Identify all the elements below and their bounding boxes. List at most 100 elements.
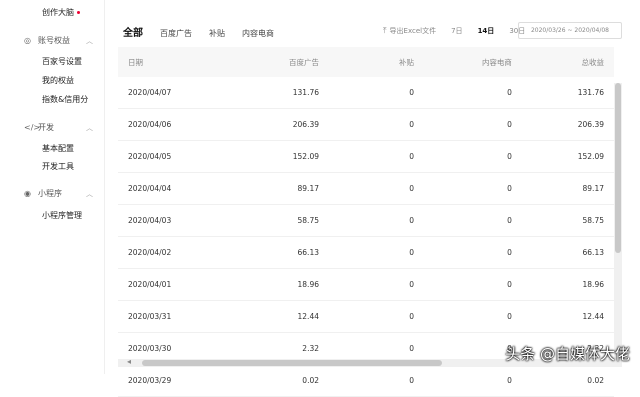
date-range-picker[interactable]: 2020/03/26 ~ 2020/04/08 <box>518 22 622 39</box>
column-header-baidu-ads: 百度广告 <box>289 57 319 67</box>
sidebar-item-baijiahao-settings[interactable]: 百家号设置 <box>42 56 82 67</box>
column-header-subsidy: 补贴 <box>399 57 414 67</box>
cell-subsidy: 0 <box>409 280 414 289</box>
sidebar-section-title: 开发 <box>38 123 54 132</box>
cell-date: 2020/04/04 <box>128 184 172 193</box>
cell-date: 2020/04/06 <box>128 120 172 129</box>
cell-total: 152.09 <box>577 152 604 161</box>
cell-date: 2020/03/30 <box>128 344 172 353</box>
cell-baidu-ads: 0.02 <box>302 376 319 385</box>
sidebar-item-miniprogram-manage[interactable]: 小程序管理 <box>42 210 82 221</box>
vertical-scrollbar[interactable] <box>614 83 622 367</box>
chevron-up-icon: ︿ <box>86 189 93 198</box>
scroll-left-icon[interactable]: ◂ <box>127 357 131 366</box>
table-row: 2020/04/02 66.13 0 0 66.13 <box>118 237 614 269</box>
cell-date: 2020/04/07 <box>128 88 172 97</box>
tab-baidu-ads[interactable]: 百度广告 <box>160 28 192 39</box>
sidebar-item-basic-config[interactable]: 基本配置 <box>42 143 74 154</box>
table-row: 2020/04/06 206.39 0 0 206.39 <box>118 109 614 141</box>
table-row: 2020/04/07 131.76 0 0 131.76 <box>118 77 614 109</box>
cell-subsidy: 0 <box>409 184 414 193</box>
tab-all[interactable]: 全部 <box>123 24 143 39</box>
main-content: 全部 百度广告 补贴 内容电商 ⤒ 导出Excel文件 7日 14日 30日 2… <box>104 0 640 397</box>
sidebar: 创作大脑 ◎ 账号权益 ︿ 百家号设置 我的权益 指数&信用分 </> 开发 ︿… <box>0 0 105 374</box>
cell-subsidy: 0 <box>409 344 414 353</box>
cell-baidu-ads: 89.17 <box>297 184 319 193</box>
cell-baidu-ads: 58.75 <box>297 216 319 225</box>
cell-subsidy: 0 <box>409 312 414 321</box>
sidebar-section-miniprogram[interactable]: ◉ 小程序 ︿ <box>24 188 93 199</box>
cell-baidu-ads: 152.09 <box>292 152 319 161</box>
cell-total: 206.39 <box>577 120 604 129</box>
cell-subsidy: 0 <box>409 120 414 129</box>
cell-baidu-ads: 66.13 <box>297 248 319 257</box>
column-header-date: 日期 <box>128 57 143 67</box>
cell-content-ecommerce: 0 <box>507 312 512 321</box>
shield-icon: ◎ <box>24 36 31 45</box>
sidebar-section-account[interactable]: ◎ 账号权益 ︿ <box>24 35 93 46</box>
cell-subsidy: 0 <box>409 248 414 257</box>
scrollbar-thumb[interactable] <box>142 360 442 366</box>
chevron-up-icon: ︿ <box>86 36 93 45</box>
cell-content-ecommerce: 0 <box>507 120 512 129</box>
cell-content-ecommerce: 0 <box>507 248 512 257</box>
cell-total: 131.76 <box>577 88 604 97</box>
cell-total: 18.96 <box>582 280 604 289</box>
chevron-up-icon: ︿ <box>86 123 93 132</box>
table-row: 2020/04/05 152.09 0 0 152.09 <box>118 141 614 173</box>
export-excel-button[interactable]: ⤒ 导出Excel文件 <box>383 26 436 36</box>
tab-subsidy[interactable]: 补贴 <box>209 28 225 39</box>
watermark: 头条 @自媒体大佬 <box>505 345 630 363</box>
cell-content-ecommerce: 0 <box>507 344 512 353</box>
upload-icon: ⤒ <box>383 26 387 35</box>
cell-subsidy: 0 <box>409 216 414 225</box>
cell-date: 2020/04/02 <box>128 248 172 257</box>
table-row: 2020/04/03 58.75 0 0 58.75 <box>118 205 614 237</box>
sidebar-item-label: 创作大脑 <box>42 8 74 17</box>
table-row: 2020/04/01 18.96 0 0 18.96 <box>118 269 614 301</box>
column-header-content-ecommerce: 内容电商 <box>481 57 512 67</box>
cell-total: 58.75 <box>582 216 604 225</box>
sidebar-item-my-rights[interactable]: 我的权益 <box>42 75 74 86</box>
cell-total: 89.17 <box>582 184 604 193</box>
cell-total: 12.44 <box>582 312 604 321</box>
cell-date: 2020/04/01 <box>128 280 172 289</box>
tab-content-ecommerce[interactable]: 内容电商 <box>242 28 274 39</box>
sidebar-section-title: 账号权益 <box>38 36 70 45</box>
sidebar-section-title: 小程序 <box>38 189 62 198</box>
cell-date: 2020/04/05 <box>128 152 172 161</box>
column-header-total: 总收益 <box>581 57 605 67</box>
scrollbar-thumb[interactable] <box>615 83 621 253</box>
sidebar-section-develop[interactable]: </> 开发 ︿ <box>24 122 93 133</box>
toolbar: ⤒ 导出Excel文件 7日 14日 30日 <box>383 26 525 36</box>
range-7-days[interactable]: 7日 <box>451 26 462 36</box>
code-icon: </> <box>24 123 41 132</box>
cell-subsidy: 0 <box>409 376 414 385</box>
cell-content-ecommerce: 0 <box>507 88 512 97</box>
export-label: 导出Excel文件 <box>389 27 437 35</box>
table-header: 日期 百度广告 补贴 内容电商 总收益 <box>118 47 614 77</box>
cell-baidu-ads: 2.32 <box>302 344 319 353</box>
cell-content-ecommerce: 0 <box>507 184 512 193</box>
cell-content-ecommerce: 0 <box>507 376 512 385</box>
cell-content-ecommerce: 0 <box>507 280 512 289</box>
cell-content-ecommerce: 0 <box>507 152 512 161</box>
range-14-days[interactable]: 14日 <box>478 26 495 36</box>
cell-baidu-ads: 206.39 <box>292 120 319 129</box>
cell-date: 2020/03/31 <box>128 312 172 321</box>
cell-baidu-ads: 18.96 <box>297 280 319 289</box>
cell-subsidy: 0 <box>409 88 414 97</box>
cell-subsidy: 0 <box>409 152 414 161</box>
cell-baidu-ads: 12.44 <box>297 312 319 321</box>
revenue-tabs: 全部 百度广告 补贴 内容电商 <box>123 24 291 39</box>
cell-content-ecommerce: 0 <box>507 216 512 225</box>
cell-date: 2020/04/03 <box>128 216 172 225</box>
sidebar-item-creation-brain[interactable]: 创作大脑 <box>42 7 80 18</box>
miniprogram-icon: ◉ <box>24 189 31 198</box>
sidebar-item-dev-tools[interactable]: 开发工具 <box>42 161 74 172</box>
sidebar-item-index-credit[interactable]: 指数&信用分 <box>42 94 88 105</box>
cell-total: 0.02 <box>587 376 604 385</box>
table-row: 2020/04/04 89.17 0 0 89.17 <box>118 173 614 205</box>
notification-dot <box>77 11 80 14</box>
cell-total: 66.13 <box>582 248 604 257</box>
